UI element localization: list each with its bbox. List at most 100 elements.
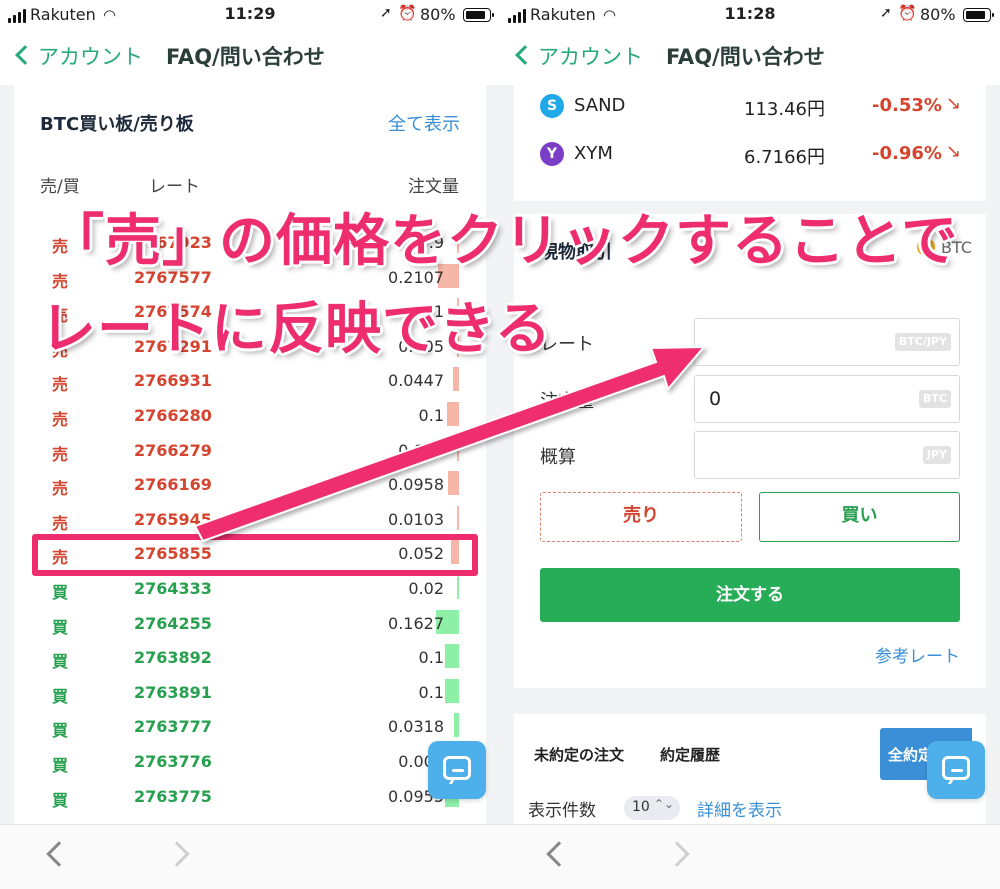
order-qty: 0.02 — [408, 579, 444, 598]
back-label: アカウント — [538, 45, 643, 69]
order-rate[interactable]: 2763892 — [134, 648, 212, 667]
orderbook-row[interactable]: 売 2766931 0.0447 — [14, 364, 486, 399]
sand-coin-icon: S — [540, 94, 564, 118]
order-qty: 0.1627 — [388, 613, 444, 633]
qty-input[interactable]: 0 BTC — [694, 375, 960, 423]
coin-price: 113.46円 — [744, 99, 825, 120]
order-qty: 0.1 — [418, 406, 444, 425]
depth-bar — [447, 402, 459, 426]
order-side: 買 — [52, 583, 69, 602]
browser-back-icon[interactable] — [46, 841, 72, 867]
order-rate[interactable]: 2766280 — [134, 406, 212, 425]
order-side: 買 — [52, 617, 69, 637]
orderbook-row[interactable]: 買 2763775 0.0955 — [14, 780, 486, 815]
order-qty: 0.0318 — [388, 717, 444, 737]
order-rate[interactable]: 2766279 — [134, 441, 212, 460]
faq-link[interactable]: FAQ/問い合わせ — [666, 41, 825, 71]
tab-open-orders[interactable]: 未約定の注文 — [534, 744, 624, 765]
coin-row-sand[interactable]: S SAND 113.46円 -0.53% ↘ — [514, 87, 986, 133]
orderbook-row[interactable]: 買 2764255 0.1627 — [14, 607, 486, 642]
depth-bar — [457, 436, 459, 461]
qty-unit-badge: BTC — [919, 390, 951, 408]
depth-bar — [457, 505, 459, 530]
header-qty: 注文量 — [408, 177, 459, 197]
order-side: 買 — [52, 756, 69, 775]
buy-button[interactable]: 買い — [759, 492, 960, 542]
back-button[interactable]: アカウント — [510, 41, 643, 71]
show-details-link[interactable]: 詳細を表示 — [697, 796, 782, 821]
rate-unit-badge: BTC/JPY — [894, 333, 951, 351]
order-rate[interactable]: 2763775 — [134, 787, 212, 806]
orderbook-row[interactable]: 売 2765945 0.0103 — [14, 503, 486, 538]
orderbook-row[interactable]: 買 2763892 0.1 — [14, 641, 486, 676]
orderbook-row[interactable]: 売 2766279 0.008 — [14, 434, 486, 469]
approx-input[interactable]: JPY — [694, 431, 960, 479]
orderbook-row[interactable]: 買 2763777 0.0318 — [14, 710, 486, 745]
coin-price: 6.7166円 — [744, 147, 825, 168]
order-rate[interactable]: 2763777 — [134, 717, 212, 736]
order-rate[interactable]: 2764333 — [134, 579, 212, 598]
order-qty: 0.008 — [398, 440, 444, 460]
order-side: 売 — [52, 444, 69, 464]
chat-button[interactable] — [927, 741, 985, 799]
alarm-icon: ⏰ — [898, 4, 917, 22]
location-icon: ➚ — [880, 5, 892, 21]
display-count-select[interactable]: 10 ⌃⌄ — [624, 796, 680, 820]
chevron-left-icon — [15, 45, 35, 65]
battery-percent: 80% — [920, 5, 956, 24]
order-qty: 0.0103 — [388, 509, 444, 529]
browser-back-icon[interactable] — [546, 841, 572, 867]
order-side: 売 — [52, 410, 69, 429]
nav-bar: アカウント FAQ/問い合わせ — [500, 30, 1000, 85]
orderbook-row[interactable]: 売 2766169 0.0958 — [14, 468, 486, 503]
order-rate[interactable]: 2764255 — [134, 614, 212, 633]
coin-row-xym[interactable]: Y XYM 6.7166円 -0.96% ↘ — [514, 135, 986, 181]
order-rate[interactable]: 2765945 — [134, 510, 212, 529]
place-order-button[interactable]: 注文する — [540, 568, 960, 622]
order-side: 売 — [52, 513, 69, 533]
coin-price-list: S SAND 113.46円 -0.53% ↘ Y XYM 6.7166円 -0… — [514, 85, 986, 201]
chat-icon — [443, 756, 471, 780]
order-rate[interactable]: 2763891 — [134, 683, 212, 702]
back-button[interactable]: アカウント — [10, 41, 143, 71]
reference-rate-link[interactable]: 参考レート — [875, 642, 960, 667]
depth-bar — [453, 367, 459, 392]
status-bar: Rakuten ◠ 11:28 ➚ ⏰ 80% — [500, 0, 1000, 30]
order-rate[interactable]: 2766931 — [134, 371, 212, 390]
faq-link[interactable]: FAQ/問い合わせ — [166, 41, 325, 71]
tab-trade-history[interactable]: 約定履歴 — [660, 744, 720, 765]
nav-bar: アカウント FAQ/問い合わせ — [0, 30, 500, 85]
coin-name: SAND — [574, 95, 626, 116]
coin-change: -0.53% — [872, 95, 942, 116]
orderbook-row[interactable]: 買 2764333 0.02 — [14, 572, 486, 607]
browser-forward-icon[interactable] — [164, 841, 190, 867]
sell-button[interactable]: 売り — [540, 492, 742, 542]
header-rate: レート — [149, 177, 200, 197]
rate-input[interactable]: BTC/JPY — [694, 318, 960, 366]
show-all-link[interactable]: 全て表示 — [388, 110, 460, 136]
order-qty: 0.1 — [418, 648, 444, 668]
browser-forward-icon[interactable] — [664, 841, 690, 867]
xym-coin-icon: Y — [540, 142, 564, 166]
order-qty: 0.1 — [418, 682, 444, 702]
battery-icon — [463, 8, 494, 22]
orderbook-row[interactable]: 買 2763891 0.1 — [14, 676, 486, 711]
chat-button[interactable] — [428, 741, 486, 799]
depth-bar — [445, 678, 459, 703]
order-side: 買 — [52, 721, 69, 741]
coin-change: -0.96% — [872, 143, 942, 164]
order-side: 売 — [52, 479, 69, 499]
coin-name: XYM — [574, 143, 613, 164]
orderbook-row[interactable]: 売 2766280 0.1 — [14, 399, 486, 434]
depth-bar — [457, 575, 459, 599]
order-rate[interactable]: 2766169 — [134, 475, 212, 494]
depth-bar — [445, 644, 459, 669]
battery-percent: 80% — [420, 5, 456, 24]
orderbook-row[interactable]: 買 2763776 0.005 — [14, 745, 486, 780]
order-rate[interactable]: 2763776 — [134, 752, 212, 771]
header-side: 売/買 — [40, 177, 80, 197]
status-bar: Rakuten ◠ 11:29 ➚ ⏰ 80% — [0, 0, 500, 30]
right-screen: Rakuten ◠ 11:28 ➚ ⏰ 80% アカウント FAQ/問い合わせ … — [500, 0, 1000, 889]
depth-bar — [448, 471, 459, 496]
location-icon: ➚ — [380, 5, 392, 21]
